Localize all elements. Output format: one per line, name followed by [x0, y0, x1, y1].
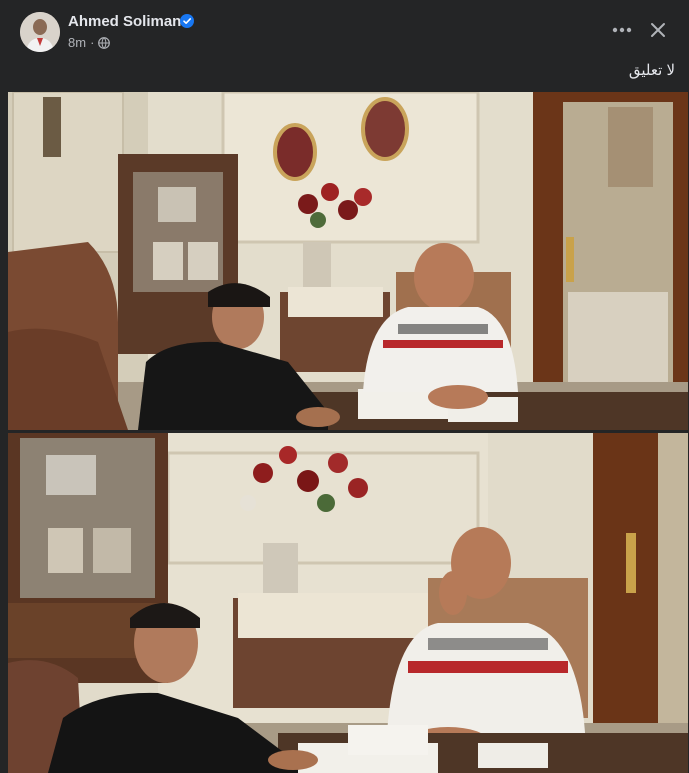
close-button[interactable]	[644, 16, 672, 44]
globe-icon[interactable]	[98, 36, 111, 49]
author-avatar[interactable]	[20, 12, 60, 52]
meta-separator: ·	[90, 35, 95, 50]
contract-signing-photo-1	[8, 92, 688, 430]
author-name[interactable]: Ahmed Soliman	[68, 13, 181, 30]
close-icon	[651, 23, 665, 37]
facebook-post: Ahmed Soliman 8m · لا تعليق	[0, 0, 689, 773]
post-photo-1[interactable]	[8, 92, 688, 430]
post-text: لا تعليق	[628, 62, 675, 79]
avatar-image	[20, 12, 60, 52]
post-header: Ahmed Soliman 8m ·	[0, 0, 689, 58]
post-photo-2[interactable]	[8, 433, 688, 773]
verified-badge-icon	[180, 14, 194, 28]
more-options-icon	[612, 27, 632, 33]
post-timestamp[interactable]: 8m	[68, 35, 86, 50]
more-options-button[interactable]	[608, 16, 636, 44]
contract-signing-photo-2	[8, 433, 688, 773]
post-meta: 8m ·	[68, 35, 111, 50]
